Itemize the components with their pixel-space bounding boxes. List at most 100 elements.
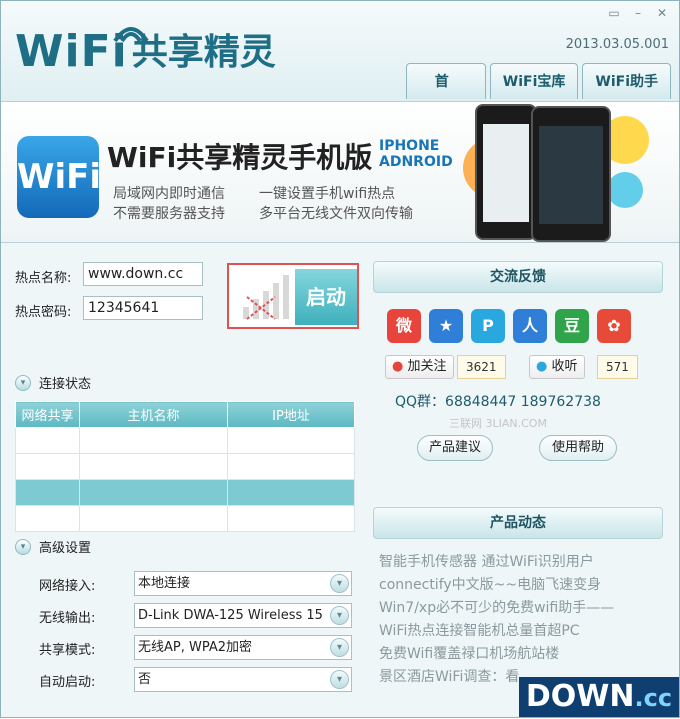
network-in-label: 网络接入: bbox=[39, 579, 96, 594]
chevron-down-icon: ▾ bbox=[15, 538, 31, 555]
news-item[interactable]: WiFi热点连接智能机总量首超PC bbox=[379, 620, 614, 643]
weibo-icon: ● bbox=[392, 359, 404, 374]
connection-status-section[interactable]: ▾ 连接状态 bbox=[15, 373, 91, 392]
listen-label: 收听 bbox=[551, 359, 578, 374]
wifi-app-icon: WiFi bbox=[17, 136, 101, 218]
header: WiFi 共享精灵 ▭ – ✕ 2013.03.05.001 首 页 WiFi宝… bbox=[1, 1, 679, 126]
tab-wifi-assistant[interactable]: WiFi助手 bbox=[582, 63, 671, 99]
banner-title: WiFi共享精灵手机版 bbox=[107, 141, 373, 174]
banner-features-right: 一键设置手机wifi热点 多平台无线文件双向传输 bbox=[259, 184, 413, 224]
column-header: 网络共享 bbox=[15, 401, 80, 428]
table-row[interactable] bbox=[15, 479, 355, 506]
qq-group-text: QQ群：68848447 189762738 bbox=[395, 394, 601, 410]
suggest-button[interactable]: 产品建议 bbox=[417, 435, 493, 461]
autostart-value: 否 bbox=[138, 672, 152, 687]
feature-text: 不需要服务器支持 bbox=[113, 206, 225, 222]
minimize-icon[interactable]: – bbox=[629, 5, 647, 21]
tab-home[interactable]: 首 页 bbox=[405, 63, 486, 126]
connection-status-label: 连接状态 bbox=[39, 377, 92, 392]
news-list: 智能手机传感器 通过WiFi识别用户 connectify中文版~~电脑飞速变身… bbox=[379, 551, 614, 689]
skin-icon[interactable]: ▭ bbox=[605, 5, 623, 21]
autostart-select[interactable]: 否 ▾ bbox=[134, 667, 352, 692]
phone-image-android bbox=[531, 106, 611, 242]
hotspot-password-label: 热点密码: bbox=[15, 305, 72, 320]
hotspot-name-input[interactable]: www.down.cc bbox=[83, 262, 203, 286]
phone-screen bbox=[483, 124, 529, 222]
autostart-label: 自动启动: bbox=[39, 675, 96, 690]
follow-count: 3621 bbox=[457, 355, 506, 379]
renren-icon[interactable]: 人 bbox=[513, 309, 547, 343]
feature-text: 多平台无线文件双向传输 bbox=[259, 206, 413, 222]
start-button[interactable]: 启动 bbox=[295, 269, 357, 325]
tencent-listen-button[interactable]: ● 收听 bbox=[529, 355, 585, 379]
network-in-value: 本地连接 bbox=[138, 576, 191, 591]
news-header: 产品动态 bbox=[373, 507, 663, 539]
chevron-down-icon[interactable]: ▾ bbox=[330, 574, 349, 593]
right-panel: 交流反馈 微 ★ P 人 豆 ✿ ● 加关注 3621 ● 收听 571 QQ群… bbox=[373, 259, 665, 719]
phone-screen bbox=[539, 126, 603, 224]
share-mode-select[interactable]: 无线AP, WPA2加密 ▾ bbox=[134, 635, 352, 660]
banner-platforms: IPHONE ADNROID bbox=[379, 138, 453, 170]
wireless-out-label: 无线输出: bbox=[39, 611, 96, 626]
news-item[interactable]: connectify中文版~~电脑飞速变身 bbox=[379, 574, 614, 597]
weibo-follow-button[interactable]: ● 加关注 bbox=[385, 355, 454, 379]
version-label: 2013.03.05.001 bbox=[565, 37, 669, 52]
app-logo: WiFi 共享精灵 bbox=[15, 23, 276, 77]
chevron-down-icon[interactable]: ▾ bbox=[330, 670, 349, 689]
listen-count: 571 bbox=[597, 355, 638, 379]
feedback-header: 交流反馈 bbox=[373, 261, 663, 293]
share-mode-value: 无线AP, WPA2加密 bbox=[138, 640, 253, 655]
signal-bars-icon bbox=[243, 275, 289, 320]
tab-wifi-library[interactable]: WiFi宝库 bbox=[489, 63, 579, 99]
logo-suffix-text: .cc bbox=[634, 684, 673, 712]
chevron-down-icon[interactable]: ▾ bbox=[330, 638, 349, 657]
phone-image-iphone bbox=[475, 104, 537, 240]
table-header-row: 网络共享 主机名称 IP地址 bbox=[15, 401, 355, 428]
news-item[interactable]: 智能手机传感器 通过WiFi识别用户 bbox=[379, 551, 614, 574]
chevron-down-icon: ▾ bbox=[15, 374, 31, 391]
weibo-icon[interactable]: 微 bbox=[387, 309, 421, 343]
hotspot-password-input[interactable]: 12345641 bbox=[83, 296, 203, 320]
connection-table: 网络共享 主机名称 IP地址 bbox=[15, 401, 355, 532]
logo-cn-text: 共享精灵 bbox=[131, 32, 276, 73]
banner-features-left: 局域网内即时通信 不需要服务器支持 bbox=[113, 184, 225, 224]
advanced-settings-section[interactable]: ▾ 高级设置 bbox=[15, 537, 91, 556]
news-item[interactable]: Win7/xp必不可少的免费wifi助手—— bbox=[379, 597, 614, 620]
network-in-select[interactable]: 本地连接 ▾ bbox=[134, 571, 352, 596]
down-cc-logo: DOWN.cc bbox=[519, 677, 679, 717]
social-icons: 微 ★ P 人 豆 ✿ bbox=[387, 309, 631, 343]
platform-iphone: IPHONE bbox=[379, 138, 440, 154]
main-tabs: 首 页 WiFi宝库 WiFi助手 bbox=[405, 63, 671, 126]
tencent-weibo-icon[interactable]: P bbox=[471, 309, 505, 343]
feature-text: 局域网内即时通信 bbox=[113, 186, 225, 202]
hotspot-name-label: 热点名称: bbox=[15, 271, 72, 286]
window-controls: ▭ – ✕ bbox=[605, 5, 671, 21]
table-row[interactable] bbox=[15, 505, 355, 532]
qzone-icon[interactable]: ★ bbox=[429, 309, 463, 343]
table-row[interactable] bbox=[15, 427, 355, 454]
paint-splash-decoration bbox=[607, 172, 643, 208]
wireless-out-select[interactable]: D-Link DWA-125 Wireless 15 ▾ bbox=[134, 603, 352, 628]
news-item[interactable]: 免费Wifi覆盖禄口机场航站楼 bbox=[379, 643, 614, 666]
logo-main-text: DOWN bbox=[525, 679, 635, 714]
follow-label: 加关注 bbox=[407, 359, 447, 374]
platform-android: ADNROID bbox=[379, 154, 453, 170]
kaixin-icon[interactable]: ✿ bbox=[597, 309, 631, 343]
column-header: 主机名称 bbox=[79, 401, 228, 428]
watermark-text: 三联网 3LIAN.COM bbox=[449, 417, 547, 430]
table-row[interactable] bbox=[15, 453, 355, 480]
chevron-down-icon[interactable]: ▾ bbox=[330, 606, 349, 625]
start-panel: 启动 bbox=[227, 263, 359, 329]
share-mode-label: 共享模式: bbox=[39, 643, 96, 658]
left-panel: 热点名称: www.down.cc 热点密码: 12345641 启动 ▾ 连接… bbox=[1, 245, 369, 719]
douban-icon[interactable]: 豆 bbox=[555, 309, 589, 343]
wifi-signal-icon bbox=[113, 27, 149, 43]
feature-text: 一键设置手机wifi热点 bbox=[259, 186, 396, 202]
promo-banner[interactable]: WiFi WiFi共享精灵手机版 IPHONE ADNROID 局域网内即时通信… bbox=[1, 101, 679, 243]
column-header: IP地址 bbox=[227, 401, 355, 428]
tencent-weibo-icon: ● bbox=[536, 359, 548, 374]
close-icon[interactable]: ✕ bbox=[653, 5, 671, 21]
advanced-settings-label: 高级设置 bbox=[39, 541, 92, 556]
app-window: WiFi 共享精灵 ▭ – ✕ 2013.03.05.001 首 页 WiFi宝… bbox=[0, 0, 680, 718]
help-button[interactable]: 使用帮助 bbox=[539, 435, 617, 461]
